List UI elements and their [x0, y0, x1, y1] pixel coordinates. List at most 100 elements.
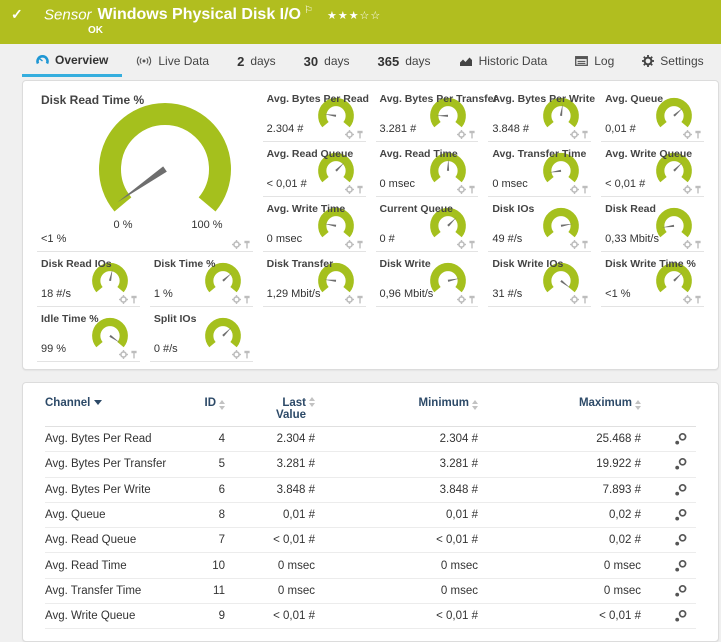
gauge-label: Avg. Write Queue	[605, 148, 692, 160]
gauge-needle	[448, 217, 458, 227]
channel-gauge	[539, 204, 583, 244]
gauge-value: 0,33 Mbit/s	[605, 233, 659, 245]
tab-number: 365	[378, 54, 400, 69]
cell-last-value: < 0,01 #	[225, 534, 315, 546]
tab-label: Log	[594, 54, 614, 68]
sensor-title: Windows Physical Disk I/O	[98, 6, 301, 23]
gauge-value: <1 %	[41, 233, 66, 245]
gauge-label: Avg. Bytes Per Transfer	[380, 93, 498, 105]
priority-stars[interactable]: ★★★☆☆	[327, 10, 381, 22]
cell-minimum: 3.281 #	[315, 458, 478, 470]
gauge-tile: Disk Write IOs 31 #/s	[488, 252, 591, 307]
gauge-tile: Disk Transfer 1,29 Mbit/s	[263, 252, 366, 307]
flag-icon[interactable]: ⚐	[304, 5, 313, 16]
channel-settings-icon[interactable]	[673, 559, 688, 573]
channel-settings-icon[interactable]	[673, 609, 688, 623]
gauge-tile: Disk Time % 1 %	[150, 252, 253, 307]
cell-maximum: 19.922 #	[478, 458, 641, 470]
channel-settings-icon[interactable]	[673, 508, 688, 522]
gauge-needle	[222, 327, 232, 337]
gauge-needle	[673, 272, 683, 282]
status-check-icon: ✓	[11, 6, 23, 23]
tab-30-days[interactable]: 30 days	[290, 46, 364, 77]
gauge-value: 0,96 Mbit/s	[380, 288, 434, 300]
col-header-id[interactable]: ID	[180, 397, 225, 410]
gauge-pin-icon[interactable]	[243, 240, 251, 249]
cell-last-value: 0 msec	[225, 585, 315, 597]
gauges-panel: Disk Read Time % 0 % 100 % <1 % Avg. Byt…	[22, 80, 719, 370]
tab-overview[interactable]: Overview	[22, 46, 122, 77]
table-row[interactable]: Avg. Queue 8 0,01 # 0,01 # 0,02 #	[45, 503, 696, 528]
tab-historic-data[interactable]: Historic Data	[445, 46, 562, 77]
gauge-value: 0 msec	[492, 178, 527, 190]
gauge-settings-gear-icon[interactable]	[232, 240, 241, 249]
cell-last-value: 0,01 #	[225, 509, 315, 521]
gauge-value: 2.304 #	[267, 123, 304, 135]
tab-365-days[interactable]: 365 days	[364, 46, 445, 77]
cell-maximum: 25.468 #	[478, 433, 641, 445]
cell-minimum: 0 msec	[315, 560, 478, 572]
gauge-label: Disk Read Time %	[41, 93, 144, 107]
gauge-value: <1 %	[605, 288, 630, 300]
table-row[interactable]: Avg. Bytes Per Write 6 3.848 # 3.848 # 7…	[45, 478, 696, 503]
cell-channel: Avg. Bytes Per Read	[45, 433, 180, 445]
gauge-tile: Avg. Write Queue < 0,01 #	[601, 142, 704, 197]
gauge-needle	[222, 272, 232, 282]
table-row[interactable]: Avg. Bytes Per Transfer 5 3.281 # 3.281 …	[45, 452, 696, 477]
gauge-label: Split IOs	[154, 313, 197, 325]
tab-settings[interactable]: Settings	[628, 46, 717, 77]
tab-2-days[interactable]: 2 days	[223, 46, 290, 77]
main-gauge-tile: Disk Read Time % 0 % 100 % <1 %	[37, 87, 253, 252]
cell-channel: Avg. Bytes Per Transfer	[45, 458, 180, 470]
gauge-tile: Avg. Bytes Per Write 3.848 #	[488, 87, 591, 142]
table-row[interactable]: Avg. Read Time 10 0 msec 0 msec 0 msec	[45, 553, 696, 578]
channel-settings-icon[interactable]	[673, 533, 688, 547]
col-header-minimum[interactable]: Minimum	[315, 397, 478, 410]
gauge-tile: Disk Write Time % <1 %	[601, 252, 704, 307]
gauge-label: Avg. Bytes Per Read	[267, 93, 369, 105]
gauge-needle	[673, 107, 683, 117]
tab-live-data[interactable]: Live Data	[122, 46, 223, 77]
channel-gauge	[426, 259, 470, 299]
channel-settings-icon[interactable]	[673, 584, 688, 598]
gauge-value: 0 #	[380, 233, 395, 245]
channel-gauge	[652, 204, 696, 244]
table-row[interactable]: Avg. Write Queue 9 < 0,01 # < 0,01 # < 0…	[45, 604, 696, 629]
cell-maximum: 0,02 #	[478, 509, 641, 521]
channel-gauge	[201, 314, 245, 354]
col-header-channel[interactable]: Channel	[45, 397, 180, 409]
cell-id: 8	[180, 509, 225, 521]
channel-settings-icon[interactable]	[673, 457, 688, 471]
gauge-label: Current Queue	[380, 203, 454, 215]
channel-settings-icon[interactable]	[673, 483, 688, 497]
broadcast-icon	[136, 56, 152, 66]
cell-minimum: < 0,01 #	[315, 534, 478, 546]
gauge-tile: Avg. Read Queue < 0,01 #	[263, 142, 366, 197]
gauge-label: Disk Time %	[154, 258, 216, 270]
gauge-tile: Disk Read IOs 18 #/s	[37, 252, 140, 307]
tab-label: days	[250, 54, 275, 68]
tab-log[interactable]: Log	[561, 46, 628, 77]
gauge-needle	[335, 162, 345, 172]
cell-minimum: 3.848 #	[315, 484, 478, 496]
cell-id: 9	[180, 610, 225, 622]
cell-channel: Avg. Transfer Time	[45, 585, 180, 597]
table-row[interactable]: Avg. Bytes Per Read 4 2.304 # 2.304 # 25…	[45, 427, 696, 452]
gauge-value: 3.848 #	[492, 123, 529, 135]
gauge-value: 1,29 Mbit/s	[267, 288, 321, 300]
tab-label: days	[324, 54, 349, 68]
gauge-scale-min: 0 %	[114, 219, 133, 231]
gauge-value: 0,01 #	[605, 123, 636, 135]
gauge-value: < 0,01 #	[605, 178, 645, 190]
table-row[interactable]: Avg. Transfer Time 11 0 msec 0 msec 0 ms…	[45, 579, 696, 604]
cell-last-value: 3.281 #	[225, 458, 315, 470]
gauge-scale-max: 100 %	[191, 219, 222, 231]
gauge-label: Avg. Bytes Per Write	[492, 93, 595, 105]
table-row[interactable]: Avg. Read Queue 7 < 0,01 # < 0,01 # 0,02…	[45, 528, 696, 553]
col-header-maximum[interactable]: Maximum	[478, 397, 641, 410]
chart-icon	[459, 56, 473, 67]
col-header-last-value[interactable]: Last Value	[225, 397, 315, 421]
channel-settings-icon[interactable]	[673, 432, 688, 446]
gauge-label: Idle Time %	[41, 313, 99, 325]
gauge-label: Avg. Write Time	[267, 203, 346, 215]
